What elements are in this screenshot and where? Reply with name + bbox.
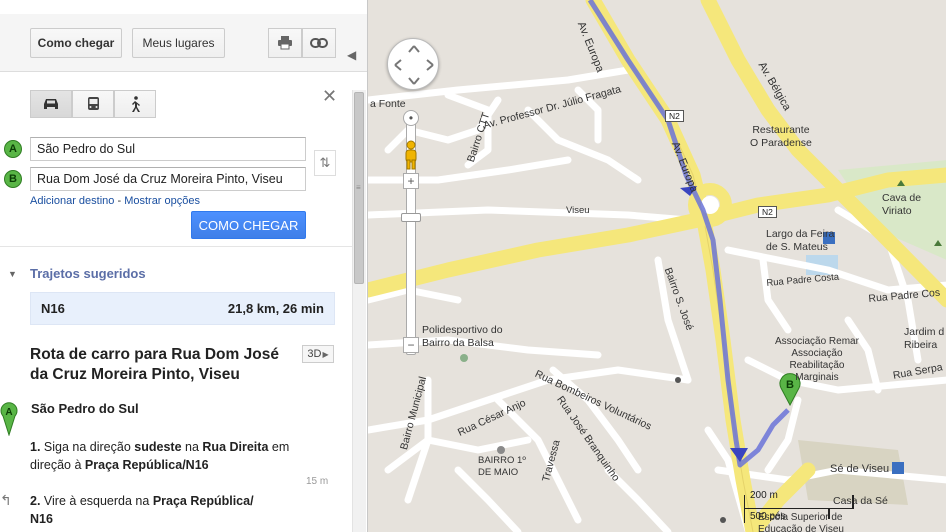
step1-distance: 15 m [306,476,329,487]
step1-target: Praça República/N16 [84,458,209,472]
label-largo-feira: Largo da Feira de S. Mateus [766,228,835,253]
direction-step-2[interactable]: 2. Vire à esquerda na Praça República/ N… [30,492,300,528]
scale-imperial: 500 pés [750,511,786,522]
label-associacao: Associação Remar Associação Reabilitação… [775,336,859,383]
label-viseu: Viseu [566,205,590,216]
street-view-pegman-icon[interactable] [402,140,420,170]
step1-number: 1. [30,440,41,454]
label-se-de-viseu: Sé de Viseu [830,463,890,475]
3d-button[interactable]: 3D ▶ [302,345,334,363]
direction-options-links: Adicionar destino - Mostrar opções [30,195,200,207]
map-roads: B [368,0,946,532]
zoom-in-button[interactable]: + [403,173,419,189]
section-divider [0,246,352,247]
directions-panel: Como chegar Meus lugares ◀ ✕ A São Pedro… [0,0,367,532]
walk-mode-button[interactable] [114,90,156,118]
reset-view-icon[interactable]: • [403,110,419,126]
printer-icon [278,36,292,50]
step1-text-c: na [185,440,199,454]
car-mode-button[interactable] [30,90,72,118]
origin-marker-a: A [4,140,22,158]
get-directions-button[interactable]: COMO CHEGAR [191,211,306,239]
step2-number: 2. [30,494,41,508]
label-fonte: a Fonte [370,98,406,110]
destination-marker-b: B [4,170,22,188]
travel-mode-selector [30,90,156,118]
destination-input[interactable]: Rua Dom José da Cruz Moreira Pinto, Vise… [30,167,306,191]
play-icon: ▶ [322,349,329,359]
direction-step-1[interactable]: 1. Siga na direção sudeste na Rua Direit… [30,438,300,474]
scrollbar-grip-icon: ≡ [356,183,361,192]
close-icon[interactable]: ✕ [322,86,337,107]
show-options-link[interactable]: Mostrar opções [124,195,200,207]
swap-icon[interactable]: ⇅ [314,150,336,176]
label-cava-viriato: Cava de Viriato [882,192,922,217]
car-icon [44,99,58,109]
label-polidesportivo: Polidesportivo do Bairro da Balsa [422,324,503,349]
my-places-button[interactable]: Meus lugares [132,28,225,58]
scale-metric: 200 m [750,490,778,501]
suggested-routes-heading[interactable]: Trajetos sugeridos [30,266,146,281]
route-title: Rota de carro para Rua Dom José da Cruz … [30,346,279,383]
start-pin-letter: A [5,407,12,418]
step2-street: Praça República/ [152,494,254,508]
collapse-panel-icon[interactable]: ◀ [347,48,356,62]
step2-street-cont: N16 [30,512,53,526]
label-bairro-1-maio: BAIRRO 1º DE MAIO [478,455,526,478]
start-pin-icon: A [0,400,18,439]
add-destination-link[interactable]: Adicionar destino [30,195,114,207]
step1-direction: sudeste [134,440,182,454]
step1-street: Rua Direita [202,440,269,454]
label-jardim: Jardim d Ribeira [904,326,945,351]
link-separator: - [117,195,122,207]
road-shield-n2-north: N2 [665,110,684,122]
label-restaurante: Restaurante O Paradense [750,124,812,149]
transit-mode-button[interactable] [72,90,114,118]
bus-icon [87,96,99,110]
print-button[interactable] [268,28,302,58]
directions-button[interactable]: Como chegar [30,28,122,58]
road-shield-n2-east: N2 [758,206,777,218]
route-summary: 21,8 km, 26 min [227,301,324,316]
pan-arrows-icon [394,45,434,85]
link-button[interactable] [302,28,336,58]
turn-left-icon: ↰ [0,492,12,508]
map-scale: 200 m 500 pés [744,490,856,530]
3d-label: 3D [307,348,322,360]
zoom-out-button[interactable]: − [403,337,419,353]
zoom-slider-thumb[interactable] [401,213,421,222]
route-name: N16 [41,301,65,316]
link-icon [310,38,328,48]
top-toolbar: Como chegar Meus lugares ◀ [0,14,367,72]
start-location-name: São Pedro do Sul [31,401,139,416]
route-option[interactable]: N16 21,8 km, 26 min [30,292,335,325]
step2-text-a: Vire à esquerda na [43,494,150,508]
map-canvas[interactable]: B Av. Europa Av. Europa Av. Professor Dr… [367,0,946,532]
origin-input[interactable]: São Pedro do Sul [30,137,306,161]
walking-icon [132,96,140,112]
pan-control[interactable] [387,38,439,90]
collapse-triangle-icon[interactable]: ▼ [8,269,17,279]
step1-text-a: Siga na direção [43,440,131,454]
